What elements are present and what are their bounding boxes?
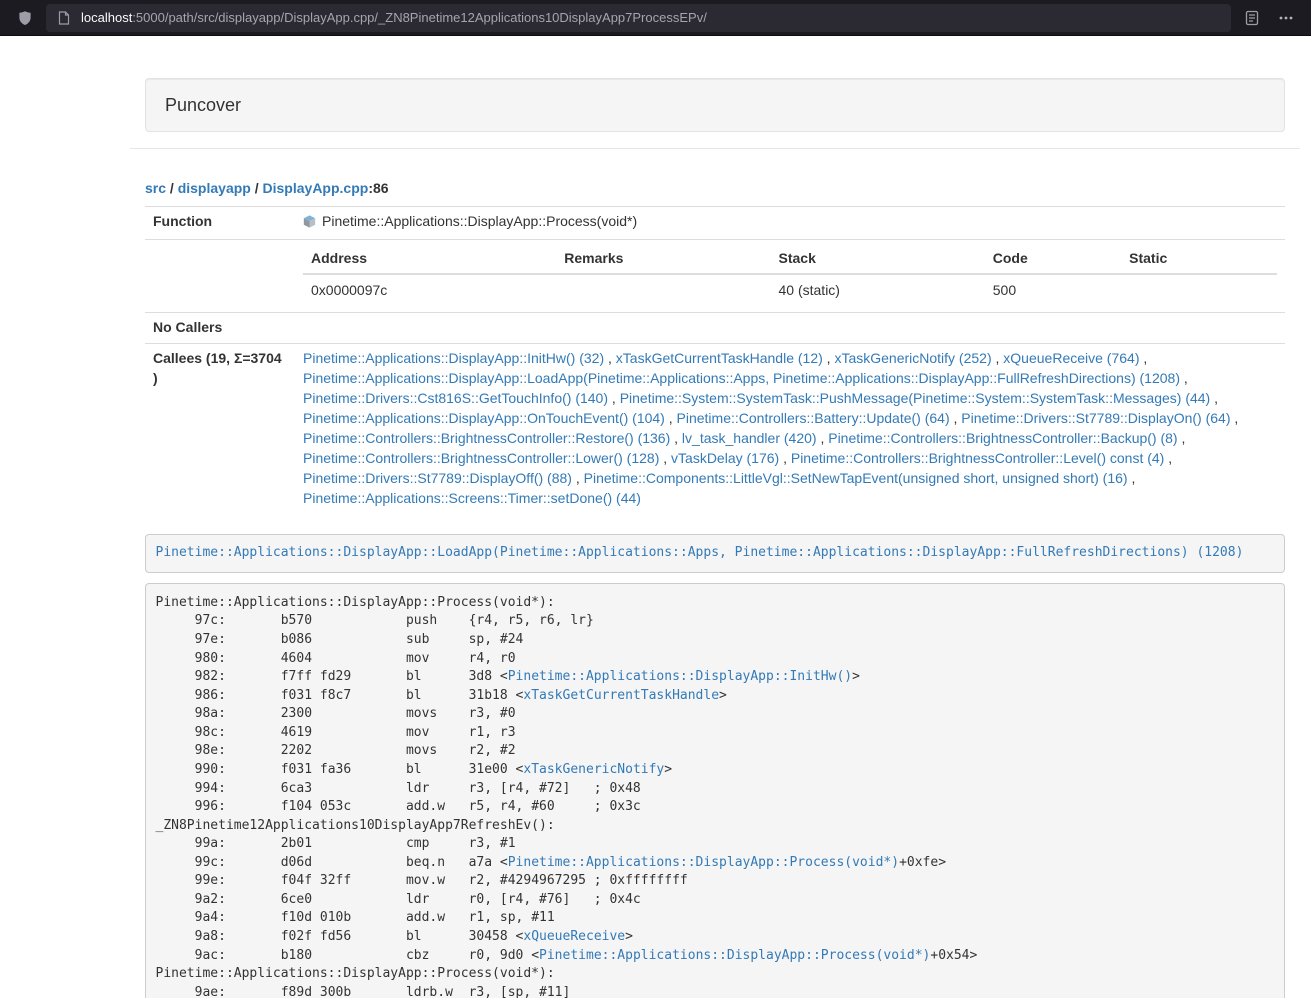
url-bar[interactable]: localhost:5000/path/src/displayapp/Displ… [46,4,1231,32]
callee-link[interactable]: Pinetime::Controllers::BrightnessControl… [791,450,1164,466]
callee-link[interactable]: Pinetime::Applications::Screens::Timer::… [303,490,641,506]
stats-header-row: Address Remarks Stack Code Static [303,245,1277,274]
tracking-protection-shield-icon[interactable] [12,5,38,31]
callee-link[interactable]: Pinetime::Applications::DisplayApp::Init… [303,350,604,366]
callee-link[interactable]: Pinetime::Controllers::BrightnessControl… [303,430,670,446]
callee-link[interactable]: Pinetime::Controllers::Battery::Update()… [677,410,950,426]
callers-cell [295,312,1285,343]
stack-value: 40 (static) [771,274,985,307]
more-menu-icon[interactable] [1273,5,1299,31]
disassembly-pre: Pinetime::Applications::DisplayApp::Proc… [145,583,1285,998]
function-table: Function Pinetime::Applications::Display… [145,206,1285,514]
callee-highlight-block: Pinetime::Applications::DisplayApp::Load… [145,534,1285,574]
disasm-symbol-link[interactable]: Pinetime::Applications::DisplayApp::Proc… [539,948,930,963]
app-header-panel: Puncover [145,78,1285,132]
callee-link[interactable]: lv_task_handler (420) [682,430,817,446]
no-callers-label: No Callers [145,312,295,343]
url-host: localhost [81,10,132,25]
callee-link[interactable]: xQueueReceive (764) [1003,350,1139,366]
disasm-symbol-link[interactable]: Pinetime::Applications::DisplayApp::Proc… [508,855,899,870]
disasm-symbol-link[interactable]: Pinetime::Applications::DisplayApp::Init… [508,669,852,684]
column-static: Static [1121,245,1277,274]
callees-label: Callees (19, Σ=3704 ) [145,343,295,513]
shield-icon [17,10,33,26]
callee-link[interactable]: Pinetime::Controllers::BrightnessControl… [303,450,659,466]
static-value [1121,274,1277,307]
page-content: Puncover src / displayapp / DisplayApp.c… [0,78,1311,998]
disasm-symbol-link[interactable]: xQueueReceive [523,929,625,944]
function-cube-icon [303,214,316,234]
callee-link[interactable]: Pinetime::Drivers::St7789::DisplayOff() … [303,470,572,486]
screen: localhost:5000/path/src/displayapp/Displ… [0,0,1311,998]
url-text: localhost:5000/path/src/displayapp/Displ… [81,10,707,25]
breadcrumb-link-displayapp-cpp[interactable]: DisplayApp.cpp [263,180,369,196]
column-code: Code [985,245,1121,274]
stats-cell: Address Remarks Stack Code Static [295,239,1285,312]
callee-link[interactable]: Pinetime::Controllers::BrightnessControl… [828,430,1177,446]
divider [130,148,1300,149]
app-title: Puncover [165,93,1265,117]
column-stack: Stack [771,245,985,274]
stats-row: Address Remarks Stack Code Static [145,239,1285,312]
callee-link[interactable]: Pinetime::Applications::DisplayApp::Load… [303,370,1180,386]
disasm-symbol-link[interactable]: xTaskGenericNotify [523,762,664,777]
breadcrumb-link-displayapp[interactable]: displayapp [178,180,251,196]
disasm-symbol-link[interactable]: xTaskGetCurrentTaskHandle [523,688,719,703]
stats-table: Address Remarks Stack Code Static [303,245,1277,307]
stats-row-spacer [145,239,295,312]
callee-link[interactable]: vTaskDelay (176) [671,450,779,466]
callee-link[interactable]: xTaskGetCurrentTaskHandle (12) [616,350,823,366]
callee-link[interactable]: xTaskGenericNotify (252) [834,350,991,366]
stats-values-row: 0x0000097c 40 (static) 500 [303,274,1277,307]
function-row: Function Pinetime::Applications::Display… [145,207,1285,240]
url-path: :5000/path/src/displayapp/DisplayApp.cpp… [132,10,707,25]
callees-row: Callees (19, Σ=3704 ) Pinetime::Applicat… [145,343,1285,513]
callee-link[interactable]: Pinetime::Drivers::St7789::DisplayOn() (… [961,410,1230,426]
callee-link[interactable]: Pinetime::System::SystemTask::PushMessag… [620,390,1211,406]
breadcrumb: src / displayapp / DisplayApp.cpp:86 [145,180,1285,196]
callers-row: No Callers [145,312,1285,343]
reader-mode-icon[interactable] [1239,5,1265,31]
column-remarks: Remarks [556,245,770,274]
loadapp-symbol-link[interactable]: Pinetime::Applications::DisplayApp::Load… [156,545,1244,560]
breadcrumb-link-src[interactable]: src [145,180,166,196]
address-value: 0x0000097c [303,274,556,307]
column-address: Address [303,245,556,274]
function-label: Function [145,207,295,240]
browser-toolbar: localhost:5000/path/src/displayapp/Displ… [0,0,1311,36]
callee-link[interactable]: Pinetime::Drivers::Cst816S::GetTouchInfo… [303,390,608,406]
callee-link[interactable]: Pinetime::Components::LittleVgl::SetNewT… [584,470,1128,486]
remarks-value [556,274,770,307]
code-value: 500 [985,274,1121,307]
function-name-cell: Pinetime::Applications::DisplayApp::Proc… [295,207,1285,240]
callees-list: Pinetime::Applications::DisplayApp::Init… [295,343,1285,513]
function-name: Pinetime::Applications::DisplayApp::Proc… [322,213,637,229]
callee-link[interactable]: Pinetime::Applications::DisplayApp::OnTo… [303,410,665,426]
page-info-icon[interactable] [56,10,72,26]
